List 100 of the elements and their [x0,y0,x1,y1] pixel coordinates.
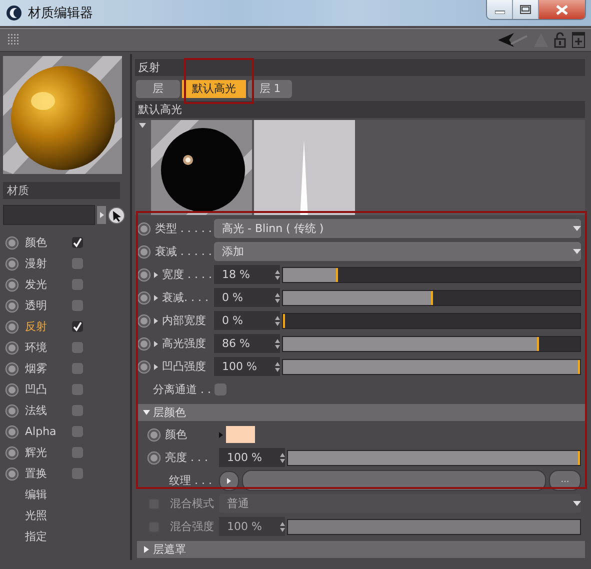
channel-label[interactable]: 编辑 [25,487,65,502]
section-header: 反射 [135,59,585,76]
keyframe-button[interactable] [5,404,19,418]
dropdown[interactable]: 添加 [214,242,581,261]
collapse-icon[interactable] [139,123,146,128]
checkbox[interactable] [71,425,84,438]
browse-button[interactable]: ... [549,470,581,491]
color-swatch[interactable] [226,426,255,443]
keyframe-button[interactable] [5,236,19,250]
keyframe-button[interactable] [137,222,151,236]
spinner-icon[interactable] [275,316,280,326]
spinner-icon[interactable] [275,270,280,280]
channel-label[interactable]: 光照 [25,508,65,523]
number-field[interactable]: 100 % [219,448,285,467]
number-field[interactable]: 100 % [214,357,280,376]
checkbox[interactable] [214,383,227,396]
channel-label[interactable]: Alpha [25,425,65,438]
checkbox[interactable] [71,299,84,312]
keyframe-button[interactable] [147,428,161,442]
expand-arrow-icon[interactable] [154,272,158,278]
keyframe-button[interactable] [5,298,19,312]
channel-label[interactable]: 环境 [25,340,65,355]
checkbox[interactable] [71,236,84,249]
channel-label[interactable]: 颜色 [25,235,65,250]
keyframe-button[interactable] [137,268,151,282]
slider-track[interactable] [282,336,581,352]
checkbox[interactable] [71,257,84,270]
window-title: 材质编辑器 [28,5,93,22]
link-field[interactable] [3,205,95,225]
expand-arrow-icon[interactable] [154,294,158,300]
number-field[interactable]: 0 % [214,311,280,330]
keyframe-button[interactable] [5,362,19,376]
triangle-right-icon [100,212,104,218]
channel-label[interactable]: 反射 [25,319,65,334]
param-label: 宽度 . . . . [162,267,213,282]
channel-label[interactable]: 漫射 [25,256,65,271]
param-label: 凹凸强度 [162,359,207,374]
keyframe-button[interactable] [5,278,19,292]
spinner-icon[interactable] [275,362,280,372]
checkbox[interactable] [71,404,84,417]
tab[interactable]: 默认高光 [182,80,246,98]
pick-pointer-icon[interactable] [108,206,125,224]
slider-track[interactable] [282,312,581,328]
dropdown[interactable]: 高光 - Blinn ( 传统 ) [214,219,581,238]
tab[interactable]: 层 1 [248,80,292,98]
keyframe-button[interactable] [5,256,19,270]
minimize-button[interactable] [487,0,513,19]
keyframe-button[interactable] [137,336,151,350]
expand-arrow-icon[interactable] [154,340,158,346]
keyframe-button[interactable] [137,244,151,258]
keyframe-button[interactable] [5,340,19,354]
checkbox[interactable] [71,278,84,291]
slider-thumb[interactable] [536,336,539,350]
number-field[interactable]: 86 % [214,334,280,353]
material-name-field[interactable]: 材质 [3,182,120,199]
channel-label[interactable]: 烟雾 [25,361,65,376]
param-label: 高光强度 [162,336,207,351]
tab[interactable]: 层 [136,80,180,98]
channel-label[interactable]: 指定 [25,529,65,544]
layer-color-header[interactable]: 层颜色 [137,404,585,421]
keyframe-button[interactable] [137,290,151,304]
slider-track[interactable] [282,290,581,306]
keyframe-button[interactable] [5,446,19,460]
spinner-icon[interactable] [280,522,285,532]
channel-label[interactable]: 发光 [25,277,65,292]
checkbox[interactable] [71,446,84,459]
number-field[interactable]: 0 % [214,288,280,307]
keyframe-button[interactable] [5,424,19,438]
spinner-icon[interactable] [280,452,285,462]
checkbox[interactable] [71,320,84,333]
keyframe-button[interactable] [5,320,19,334]
channel-label[interactable]: 凹凸 [25,382,65,397]
checkbox[interactable] [71,341,84,354]
number-field[interactable]: 18 % [214,265,280,284]
expand-arrow-icon[interactable] [154,318,158,324]
channel-label[interactable]: 法线 [25,403,65,418]
slider-track[interactable] [282,266,581,282]
close-button[interactable] [539,0,585,19]
maximize-button[interactable] [513,0,539,19]
texture-field[interactable] [242,470,546,491]
channel-label[interactable]: 透明 [25,298,65,313]
spinner-icon[interactable] [275,292,280,302]
channel-label[interactable]: 辉光 [25,445,65,460]
new-window-icon[interactable] [572,32,585,48]
texture-menu-button[interactable] [219,470,239,490]
slider-thumb[interactable] [336,268,338,282]
checkbox[interactable] [71,383,84,396]
spinner-icon[interactable] [275,338,280,348]
keyframe-button[interactable] [5,466,19,480]
keyframe-button[interactable] [5,382,19,396]
checkbox[interactable] [71,362,84,375]
expand-arrow-icon[interactable] [154,364,158,370]
lock-icon[interactable] [554,32,566,48]
layer-mask-header[interactable]: 层遮罩 [137,541,585,558]
keyframe-button[interactable] [137,314,151,328]
keyframe-button[interactable] [137,360,151,374]
keyframe-button[interactable] [147,450,161,464]
channel-label[interactable]: 置换 [25,466,65,481]
checkbox[interactable] [71,467,84,480]
back-arrow-icon[interactable] [498,33,528,47]
